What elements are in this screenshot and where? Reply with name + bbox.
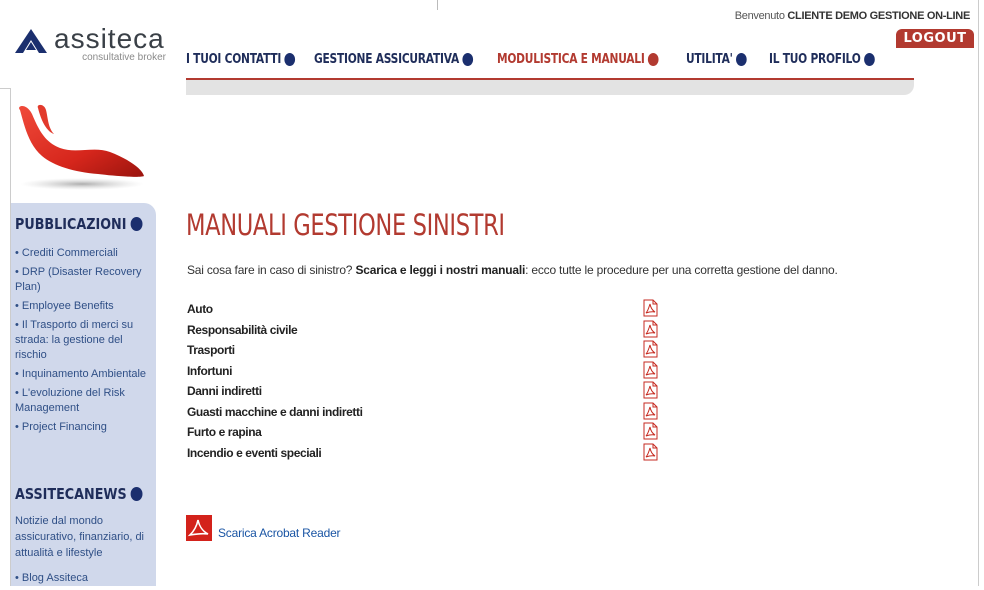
logo-triangle-icon xyxy=(15,29,47,53)
nav-item-modulistica[interactable]: MODULISTICA E MANUALI xyxy=(497,52,659,67)
manual-label: Responsabilità civile xyxy=(187,322,298,337)
logout-button[interactable]: LOGOUT xyxy=(896,29,974,48)
dot-icon xyxy=(130,217,143,231)
sidebar: PUBBLICAZIONI • Crediti Commerciali • DR… xyxy=(11,203,156,586)
news-description: Notizie dal mondo assicurativo, finanzia… xyxy=(15,515,145,559)
sidebar-link[interactable]: • Inquinamento Ambientale xyxy=(15,367,151,382)
manual-row: Trasporti xyxy=(187,340,687,363)
nav-item-label: GESTIONE ASSICURATIVA xyxy=(314,52,459,67)
welcome-user: CLIENTE DEMO GESTIONE ON-LINE xyxy=(787,10,970,22)
pubblicazioni-list: • Crediti Commerciali • DRP (Disaster Re… xyxy=(15,246,151,439)
section-title-label: PUBBLICAZIONI xyxy=(15,215,127,233)
manual-label: Auto xyxy=(187,302,213,316)
assitecanews-title[interactable]: ASSITECANEWS xyxy=(15,485,143,503)
manual-row: Incendio e eventi speciali xyxy=(187,443,687,466)
frame-line xyxy=(0,88,10,89)
brand-logo[interactable]: assiteca consultative broker xyxy=(14,24,166,64)
nav-band xyxy=(186,80,914,95)
sidebar-link[interactable]: • Project Financing xyxy=(15,420,151,435)
nav-item-utilita[interactable]: UTILITA' xyxy=(686,52,747,67)
pdf-icon[interactable] xyxy=(642,361,658,379)
sidebar-link[interactable]: • Blog Assiteca xyxy=(15,571,151,586)
acrobat-label: Scarica Acrobat Reader xyxy=(218,526,341,540)
manual-row: Furto e rapina xyxy=(187,422,687,445)
manual-row: Infortuni xyxy=(187,361,687,384)
manual-row: Auto xyxy=(187,299,687,322)
nav-item-label: IL TUO PROFILO xyxy=(769,52,861,67)
page-title: MANUALI GESTIONE SINISTRI xyxy=(186,208,505,242)
manual-row: Responsabilità civile xyxy=(187,320,687,343)
pdf-icon[interactable] xyxy=(642,299,658,317)
section-title-label: ASSITECANEWS xyxy=(15,485,127,503)
sidebar-link[interactable]: • Employee Benefits xyxy=(15,299,151,314)
welcome-prefix: Benvenuto xyxy=(734,10,785,22)
intro-suffix: : ecco tutte le procedure per una corret… xyxy=(525,263,838,277)
sidebar-link[interactable]: • DRP (Disaster Recovery Plan) xyxy=(15,265,151,295)
manual-label: Danni indiretti xyxy=(187,384,262,398)
sidebar-link[interactable]: • Il Trasporto di merci su strada: la ge… xyxy=(15,318,151,363)
manual-label: Infortuni xyxy=(187,363,233,378)
nav-item-gestione-assicurativa[interactable]: GESTIONE ASSICURATIVA xyxy=(314,52,473,67)
intro-bold: Scarica e leggi i nostri manuali xyxy=(355,263,526,277)
dot-icon xyxy=(462,53,473,66)
manual-row: Danni indiretti xyxy=(187,381,687,404)
manual-label: Furto e rapina xyxy=(187,425,262,439)
pdf-icon[interactable] xyxy=(642,443,658,461)
nav-item-profilo[interactable]: IL TUO PROFILO xyxy=(769,52,875,67)
acrobat-icon xyxy=(186,515,212,541)
manual-label: Guasti macchine e danni indiretti xyxy=(187,404,363,419)
brand-tagline: consultative broker xyxy=(82,52,166,63)
pdf-icon[interactable] xyxy=(642,340,658,358)
dot-icon xyxy=(735,53,747,66)
manual-label: Incendio e eventi speciali xyxy=(187,445,322,460)
pdf-icon[interactable] xyxy=(642,402,658,420)
sidebar-link[interactable]: • L'evoluzione del Risk Management xyxy=(15,386,151,416)
nav-item-label: I TUOI CONTATTI xyxy=(186,52,282,67)
acrobat-download[interactable]: Scarica Acrobat Reader xyxy=(186,515,341,541)
pdf-icon[interactable] xyxy=(642,381,658,399)
pdf-icon[interactable] xyxy=(642,422,658,440)
news-list: • Blog Assiteca xyxy=(15,571,151,590)
dot-icon xyxy=(130,487,143,501)
welcome-message: Benvenuto CLIENTE DEMO GESTIONE ON-LINE xyxy=(734,10,971,22)
dot-icon xyxy=(863,53,875,66)
frame-line xyxy=(978,0,979,586)
intro-text: Sai cosa fare in caso di sinistro? Scari… xyxy=(187,263,838,277)
nav-item-contatti[interactable]: I TUOI CONTATTI xyxy=(186,52,296,67)
dot-icon xyxy=(647,53,659,66)
frame-line xyxy=(437,0,438,10)
pdf-icon[interactable] xyxy=(642,320,658,338)
manual-row: Guasti macchine e danni indiretti xyxy=(187,402,687,425)
manual-label: Trasporti xyxy=(187,343,235,357)
intro-prefix: Sai cosa fare in caso di sinistro? xyxy=(187,263,353,277)
pubblicazioni-title[interactable]: PUBBLICAZIONI xyxy=(15,215,143,233)
nav-item-label: UTILITA' xyxy=(686,52,733,67)
brand-name: assiteca xyxy=(54,23,165,54)
chair-illustration xyxy=(19,104,144,190)
sidebar-link[interactable]: • Crediti Commerciali xyxy=(15,246,151,261)
nav-item-label: MODULISTICA E MANUALI xyxy=(497,52,645,67)
dot-icon xyxy=(284,53,296,66)
